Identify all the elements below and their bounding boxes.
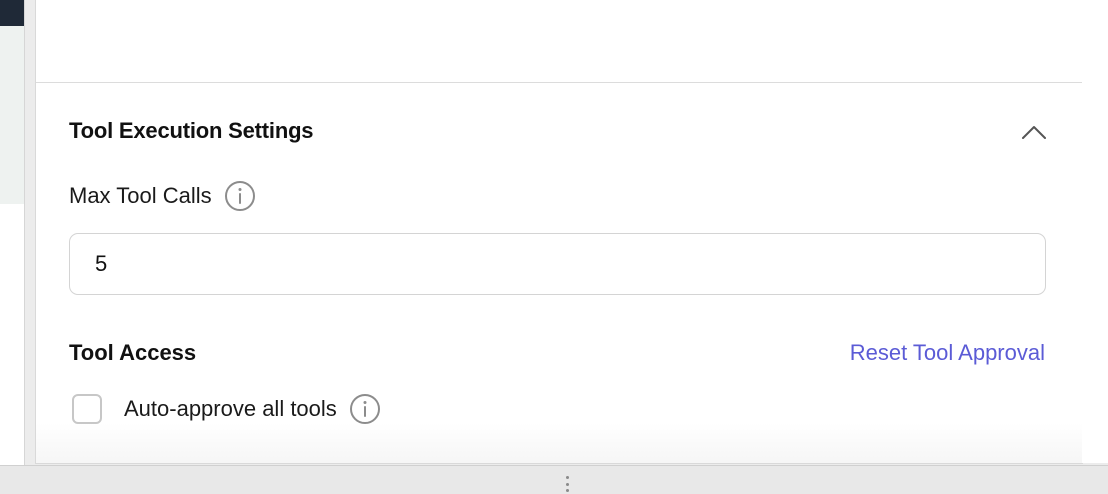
section-title-tool-execution: Tool Execution Settings — [69, 118, 314, 143]
info-icon-glyph — [224, 181, 255, 211]
auto-approve-checkbox[interactable] — [72, 394, 102, 424]
reset-tool-approval-link[interactable]: Reset Tool Approval — [850, 340, 1045, 366]
settings-panel: Tool Execution Settings Max Tool Calls T… — [35, 0, 1083, 464]
info-icon[interactable] — [224, 180, 256, 212]
info-icon-glyph — [349, 394, 380, 424]
panel-bottom-fade — [36, 423, 1082, 463]
chevron-up-icon — [1022, 126, 1046, 139]
drag-handle-icon[interactable] — [563, 476, 571, 492]
max-tool-calls-input[interactable] — [69, 233, 1046, 295]
left-pane-header — [0, 0, 24, 26]
collapse-section-button[interactable] — [1018, 118, 1050, 146]
left-pane-card — [0, 26, 24, 204]
left-pane — [0, 0, 24, 465]
auto-approve-label[interactable]: Auto-approve all tools — [124, 396, 337, 422]
panel-top-section — [36, 0, 1082, 83]
section-title-tool-access: Tool Access — [69, 340, 197, 365]
auto-approve-row: Auto-approve all tools — [72, 393, 381, 425]
pane-divider — [24, 0, 25, 465]
resize-bar[interactable] — [0, 465, 1108, 494]
max-tool-calls-label-row: Max Tool Calls — [69, 180, 256, 212]
info-icon[interactable] — [349, 393, 381, 425]
right-gutter — [1082, 0, 1108, 463]
app-root: Tool Execution Settings Max Tool Calls T… — [0, 0, 1108, 494]
max-tool-calls-label: Max Tool Calls — [69, 183, 212, 208]
